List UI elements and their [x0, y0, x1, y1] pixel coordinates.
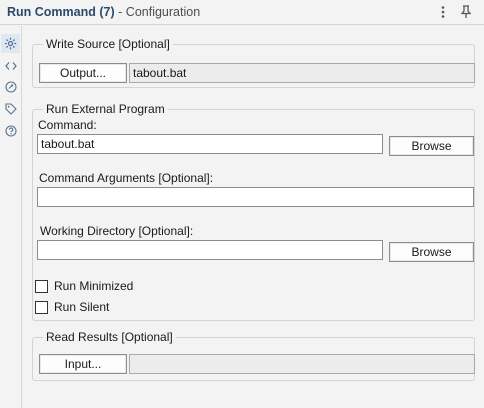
working-directory-browse-button[interactable]: Browse: [389, 242, 474, 262]
help-icon[interactable]: [1, 121, 20, 140]
code-icon[interactable]: [1, 56, 20, 75]
output-path-field: tabout.bat: [129, 63, 475, 83]
output-button[interactable]: Output...: [39, 63, 127, 83]
read-results-legend: Read Results [Optional]: [43, 330, 176, 344]
title-separator: -: [118, 5, 123, 19]
tool-name: Run Command: [7, 5, 96, 19]
pin-icon[interactable]: [458, 4, 474, 20]
tool-id: (7): [99, 5, 115, 19]
run-silent-option[interactable]: Run Silent: [35, 300, 109, 314]
input-button[interactable]: Input...: [39, 354, 127, 374]
working-directory-field[interactable]: [37, 240, 383, 260]
command-field[interactable]: tabout.bat: [37, 134, 383, 154]
command-arguments-field[interactable]: [37, 187, 474, 207]
panel-subtitle: Configuration: [125, 5, 201, 19]
tool-rail: [0, 26, 22, 408]
configuration-content: Write Source [Optional] Output... tabout…: [23, 26, 484, 408]
run-silent-label: Run Silent: [54, 300, 110, 314]
tag-icon[interactable]: [1, 99, 20, 118]
command-label: Command:: [38, 118, 97, 132]
run-minimized-checkbox[interactable]: [35, 279, 48, 293]
run-external-program-legend: Run External Program: [43, 102, 168, 116]
panel-header: Run Command (7) - Configuration: [0, 0, 484, 25]
rename-icon[interactable]: [1, 77, 20, 96]
panel-title: Run Command (7) - Configuration: [7, 5, 200, 19]
command-arguments-label: Command Arguments [Optional]:: [39, 171, 214, 185]
run-minimized-label: Run Minimized: [54, 279, 134, 293]
command-browse-button[interactable]: Browse: [389, 136, 474, 156]
input-path-field: [129, 354, 475, 374]
gear-icon[interactable]: [1, 34, 20, 53]
working-directory-label: Working Directory [Optional]:: [40, 224, 194, 238]
run-minimized-option[interactable]: Run Minimized: [35, 279, 133, 293]
more-vertical-icon[interactable]: [435, 4, 451, 20]
run-silent-checkbox[interactable]: [35, 300, 48, 314]
write-source-legend: Write Source [Optional]: [43, 37, 173, 51]
